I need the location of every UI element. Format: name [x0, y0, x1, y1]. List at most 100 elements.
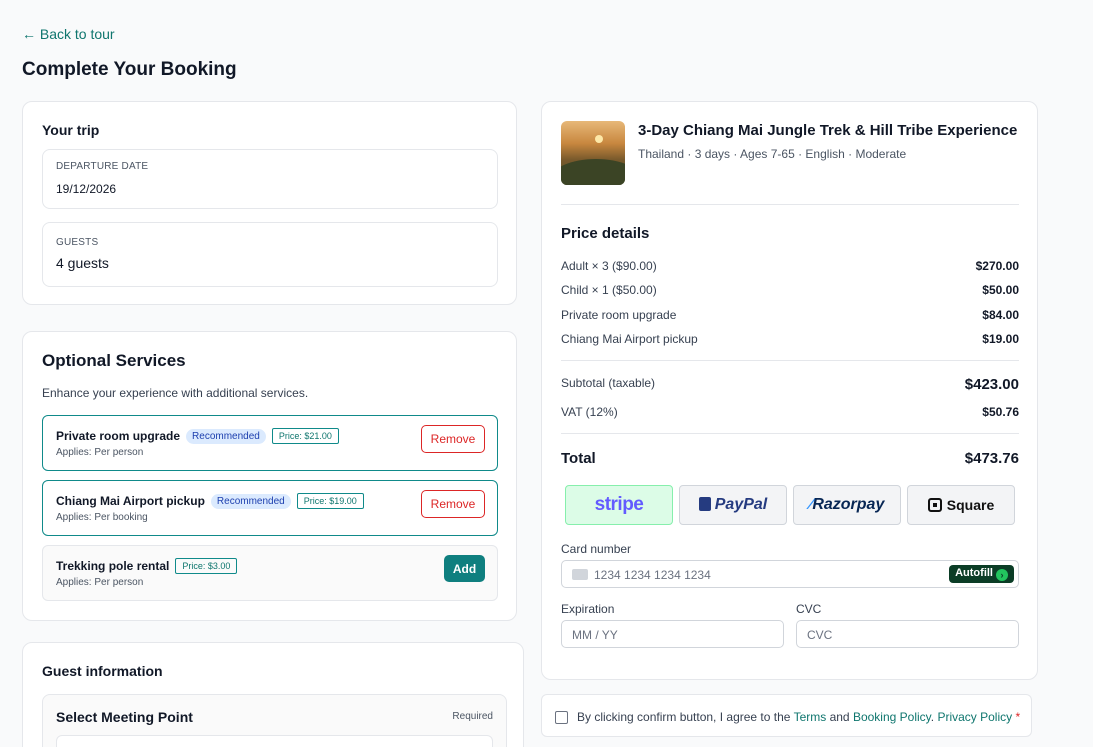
booking-policy-link[interactable]: Booking Policy: [853, 710, 931, 724]
price-details-heading: Price details: [561, 225, 650, 242]
price-line: Private room upgrade $84.00: [561, 308, 1019, 322]
trip-heading: Your trip: [42, 122, 100, 138]
expiration-placeholder: MM / YY: [572, 628, 618, 642]
price-line: Child × 1 ($50.00) $50.00: [561, 283, 1019, 297]
price-line-value: $19.00: [982, 332, 1019, 346]
remove-airport-pickup-button[interactable]: Remove: [421, 490, 485, 518]
back-to-tour-link[interactable]: ← Back to tour: [22, 26, 115, 42]
total-value: $473.76: [964, 450, 1019, 467]
departure-date-label: DEPARTURE DATE: [56, 161, 149, 172]
agreement-and: and: [826, 710, 853, 724]
service-item-private-room: Private room upgrade Recommended Price: $2…: [42, 415, 498, 471]
expiration-label: Expiration: [561, 602, 615, 616]
meeting-point-heading: Select Meeting Point: [56, 709, 193, 725]
square-label: Square: [946, 497, 995, 513]
guests-value: 4 guests: [56, 255, 109, 271]
vat-row: VAT (12%) $50.76: [561, 405, 1019, 419]
service-item-airport-pickup: Chiang Mai Airport pickup Recommended Pric…: [42, 480, 498, 536]
subtotal-value: $423.00: [964, 376, 1019, 393]
remove-private-room-button[interactable]: Remove: [421, 425, 485, 453]
booking-summary-card: 3-Day Chiang Mai Jungle Trek & Hill Trib…: [541, 101, 1038, 680]
square-icon: [927, 498, 942, 512]
price-badge: Price: $3.00: [175, 558, 238, 574]
service-name: Private room upgrade: [56, 429, 181, 443]
price-line-label: Adult × 3 ($90.00): [561, 259, 657, 273]
price-badge: Price: $19.00: [296, 493, 364, 509]
card-icon: [572, 569, 588, 580]
total-row: Total $473.76: [561, 450, 1019, 467]
service-name: Trekking pole rental: [56, 559, 170, 573]
stripe-logo: stripe: [594, 494, 644, 515]
service-name: Chiang Mai Airport pickup: [56, 494, 205, 508]
subtotal-row: Subtotal (taxable) $423.00: [561, 376, 1019, 393]
agreement-box: By clicking confirm button, I agree to t…: [541, 694, 1032, 737]
guest-information-card: Guest information Select Meeting Point R…: [22, 642, 524, 747]
autofill-button[interactable]: Autofill ›: [949, 565, 1014, 583]
square-logo: Square: [927, 497, 995, 513]
tour-meta: Thailand · 3 days · Ages 7-65 · English …: [638, 147, 907, 161]
price-line-value: $84.00: [982, 308, 1019, 322]
price-line-value: $270.00: [975, 259, 1019, 273]
price-line: Chiang Mai Airport pickup $19.00: [561, 332, 1019, 346]
guests-label: GUESTS: [56, 237, 99, 248]
service-item-trekking-pole: Trekking pole rental Price: $3.00 Applies…: [42, 545, 498, 601]
subtotal-label: Subtotal (taxable): [561, 376, 656, 390]
trip-card: Your trip DEPARTURE DATE 19/12/2026 GUES…: [22, 101, 517, 305]
card-number-input[interactable]: 1234 1234 1234 1234 Autofill ›: [561, 560, 1019, 588]
optional-services-card: Optional Services Enhance your experienc…: [22, 331, 517, 621]
meeting-point-section: Select Meeting Point Required: [42, 694, 507, 747]
cvc-input[interactable]: CVC: [796, 620, 1019, 648]
recommended-badge: Recommended: [210, 494, 291, 509]
total-label: Total: [561, 450, 596, 467]
price-line-label: Child × 1 ($50.00): [561, 283, 657, 297]
autofill-label: Autofill: [955, 567, 993, 579]
price-badge: Price: $21.00: [271, 428, 339, 444]
agreement-prefix: By clicking confirm button, I agree to t…: [577, 710, 794, 724]
paypal-icon: [698, 497, 711, 511]
service-applies: Applies: Per person: [56, 577, 144, 588]
payment-method-square[interactable]: Square: [907, 485, 1015, 525]
optional-services-heading: Optional Services: [42, 351, 186, 370]
guests-field[interactable]: GUESTS 4 guests: [42, 222, 498, 287]
service-applies: Applies: Per person: [56, 447, 144, 458]
agree-checkbox[interactable]: [555, 711, 568, 724]
meeting-point-select[interactable]: [56, 735, 493, 747]
tour-title: 3-Day Chiang Mai Jungle Trek & Hill Trib…: [638, 122, 1018, 139]
vat-value: $50.76: [982, 405, 1019, 419]
recommended-badge: Recommended: [186, 429, 266, 444]
price-line-label: Private room upgrade: [561, 308, 677, 322]
paypal-label: PayPal: [714, 496, 768, 513]
terms-link[interactable]: Terms: [794, 710, 827, 724]
cvc-label: CVC: [796, 602, 822, 616]
guest-information-heading: Guest information: [42, 663, 163, 679]
required-label: Required: [452, 711, 493, 722]
page-title: Complete Your Booking: [22, 59, 237, 80]
cvc-placeholder: CVC: [807, 628, 833, 642]
divider: [561, 360, 1019, 361]
payment-method-stripe[interactable]: stripe: [565, 485, 673, 525]
tour-image: [561, 121, 625, 185]
price-line-value: $50.00: [982, 283, 1019, 297]
price-line: Adult × 3 ($90.00) $270.00: [561, 259, 1019, 273]
card-number-label: Card number: [561, 542, 632, 556]
price-line-label: Chiang Mai Airport pickup: [561, 332, 698, 346]
agreement-text: By clicking confirm button, I agree to t…: [577, 710, 1020, 724]
departure-date-field[interactable]: DEPARTURE DATE 19/12/2026: [42, 149, 498, 209]
divider: [561, 433, 1019, 434]
paypal-logo: PayPal: [698, 496, 768, 514]
divider: [561, 204, 1019, 205]
departure-date-value: 19/12/2026: [56, 182, 117, 196]
privacy-policy-link[interactable]: Privacy Policy: [937, 710, 1012, 724]
payment-method-paypal[interactable]: PayPal: [679, 485, 787, 525]
razorpay-label: Razorpay: [812, 496, 885, 513]
vat-label: VAT (12%): [561, 405, 618, 419]
optional-services-subtitle: Enhance your experience with additional …: [42, 386, 309, 400]
payment-method-razorpay[interactable]: ⁄Razorpay: [793, 485, 901, 525]
card-number-placeholder: 1234 1234 1234 1234: [594, 568, 711, 582]
service-applies: Applies: Per booking: [56, 512, 148, 523]
expiration-input[interactable]: MM / YY: [561, 620, 784, 648]
arrow-right-icon: ›: [996, 569, 1008, 581]
required-asterisk: *: [1015, 710, 1021, 724]
add-trekking-pole-button[interactable]: Add: [444, 555, 485, 582]
razorpay-logo: ⁄Razorpay: [810, 496, 885, 514]
